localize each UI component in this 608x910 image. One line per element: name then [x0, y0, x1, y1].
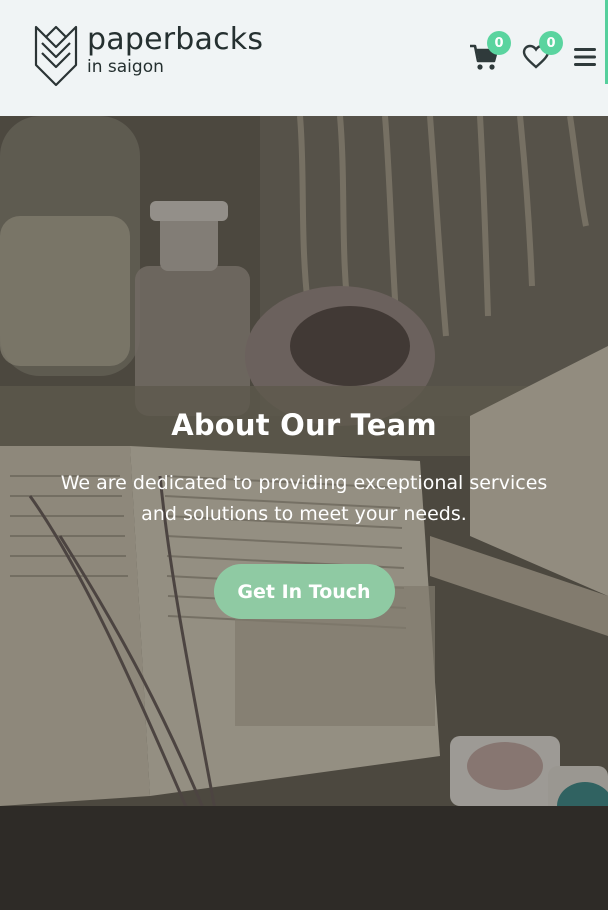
site-header: paperbacks in saigon 0 0	[0, 0, 608, 116]
brand-name: paperbacks	[87, 22, 264, 57]
menu-button[interactable]	[566, 38, 604, 76]
wishlist-button[interactable]: 0	[517, 31, 563, 76]
wishlist-count-badge: 0	[539, 31, 563, 55]
book-logo-icon	[34, 25, 78, 87]
brand-logo[interactable]: paperbacks in saigon	[33, 23, 263, 87]
cart-button[interactable]: 0	[465, 31, 511, 76]
brand-tagline: in saigon	[87, 57, 164, 77]
cart-count-badge: 0	[487, 31, 511, 55]
hero-banner: About Our Team We are dedicated to provi…	[0, 116, 608, 910]
hero-title: About Our Team	[171, 408, 437, 442]
hero-content: About Our Team We are dedicated to provi…	[0, 408, 608, 619]
hero-description: We are dedicated to providing exceptiona…	[60, 472, 548, 525]
get-in-touch-button[interactable]: Get In Touch	[213, 564, 395, 619]
menu-icon	[574, 48, 596, 66]
